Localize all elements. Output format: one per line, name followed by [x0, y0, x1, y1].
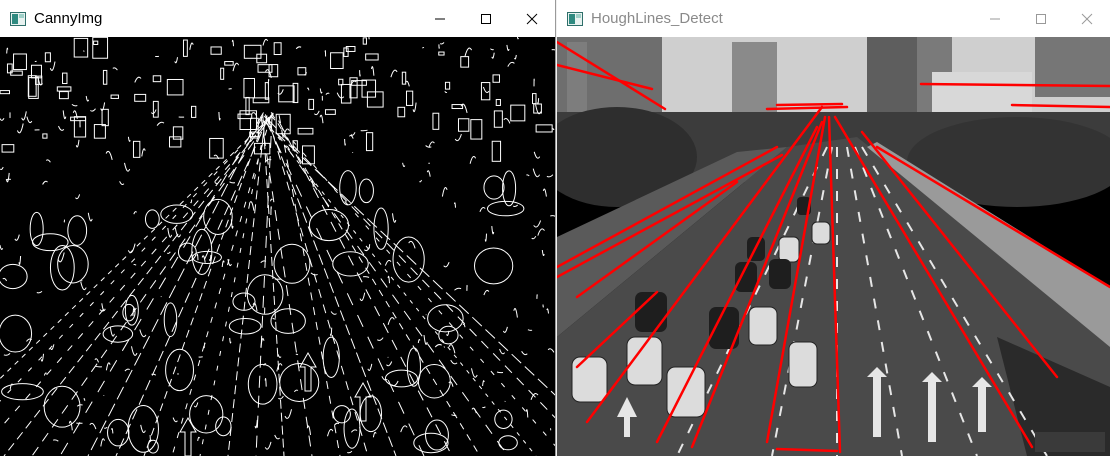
title-bar[interactable]: CannyImg: [0, 0, 555, 37]
window-title: CannyImg: [34, 10, 103, 27]
hough-window[interactable]: HoughLines_Detect: [557, 0, 1110, 456]
maximize-icon: [481, 13, 491, 24]
close-icon: [526, 13, 538, 24]
hough-image: [557, 37, 1110, 456]
maximize-button[interactable]: [463, 0, 509, 37]
minimize-icon: [990, 18, 1000, 19]
minimize-button[interactable]: [972, 0, 1018, 37]
close-button[interactable]: [509, 0, 555, 37]
close-button[interactable]: [1064, 0, 1110, 37]
maximize-button[interactable]: [1018, 0, 1064, 37]
canny-image: [0, 37, 555, 456]
maximize-icon: [1036, 13, 1046, 24]
close-icon: [1081, 13, 1093, 24]
minimize-button[interactable]: [417, 0, 463, 37]
title-bar[interactable]: HoughLines_Detect: [557, 0, 1110, 37]
window-title: HoughLines_Detect: [591, 10, 723, 27]
window-app-icon: [567, 11, 583, 26]
minimize-icon: [435, 18, 445, 19]
window-app-icon: [10, 11, 26, 26]
canny-window[interactable]: CannyImg: [0, 0, 556, 456]
